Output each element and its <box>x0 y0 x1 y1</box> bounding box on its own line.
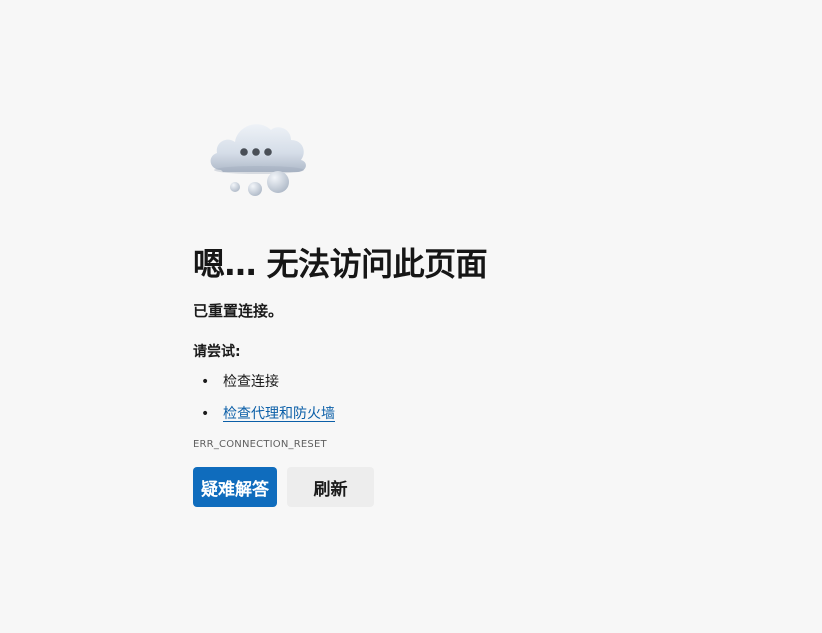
cloud-thinking-icon <box>199 112 319 204</box>
troubleshoot-button[interactable]: 疑难解答 <box>193 467 277 507</box>
bullet-icon: • <box>201 406 210 422</box>
check-proxy-firewall-link[interactable]: 检查代理和防火墙 <box>223 406 335 422</box>
list-item: • 检查代理和防火墙 <box>193 404 753 424</box>
suggestion-list: • 检查连接 • 检查代理和防火墙 <box>193 372 753 424</box>
try-heading: 请尝试: <box>193 344 241 360</box>
suggestion-check-connection: 检查连接 <box>223 374 279 390</box>
bullet-icon: • <box>201 374 210 390</box>
button-row: 疑难解答 刷新 <box>193 467 753 507</box>
error-content: 嗯… 无法访问此页面 已重置连接。 请尝试: • 检查连接 • 检查代理和防火墙… <box>193 112 753 507</box>
error-code: ERR_CONNECTION_RESET <box>193 439 327 450</box>
page-title: 嗯… 无法访问此页面 <box>193 245 488 283</box>
list-item: • 检查连接 <box>193 372 753 392</box>
refresh-button[interactable]: 刷新 <box>287 467 374 507</box>
error-page: 嗯… 无法访问此页面 已重置连接。 请尝试: • 检查连接 • 检查代理和防火墙… <box>0 0 822 633</box>
error-subtitle: 已重置连接。 <box>193 302 284 320</box>
